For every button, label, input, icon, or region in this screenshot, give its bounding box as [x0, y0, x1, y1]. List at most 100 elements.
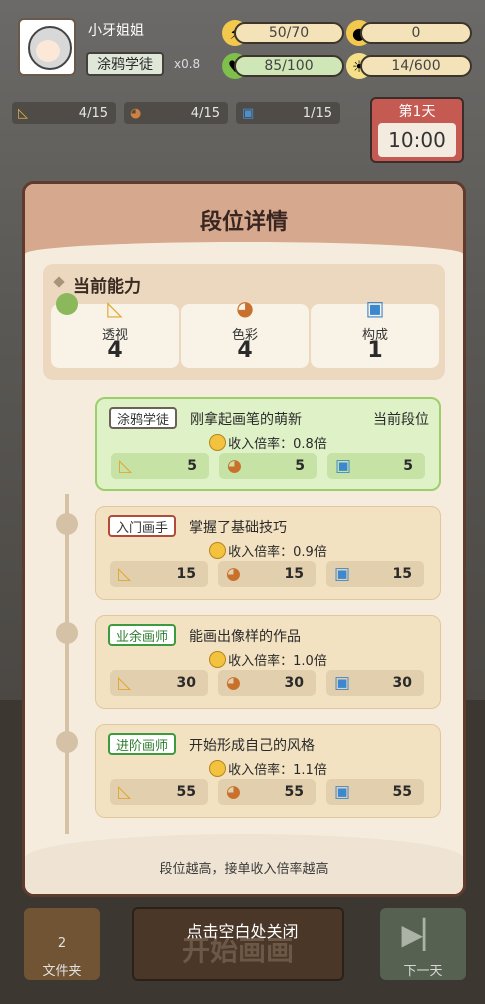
ability-color: ◕ 色彩 4: [181, 296, 309, 368]
next-day-label: 下一天: [403, 964, 443, 979]
tool-composition-count: ▣ 1/15: [236, 102, 340, 124]
camera-icon: ▣: [242, 105, 255, 121]
ideas-value: 14/600: [360, 55, 472, 77]
palette-icon: ◕: [226, 673, 241, 693]
req-value: 5: [187, 458, 197, 474]
triangle-ruler-icon: ◺: [107, 296, 123, 320]
income-text: 收入倍率：0.8倍: [228, 437, 327, 452]
req-color: ◕ 15: [218, 561, 316, 587]
req-perspective: ◺ 15: [110, 561, 208, 587]
income-rate: 收入倍率：0.8倍: [97, 433, 439, 452]
ability-value: 1: [367, 338, 383, 363]
skip-forward-icon: ▶▏: [401, 918, 445, 951]
footer-note: 段位越高，接单收入倍率越高: [159, 862, 329, 877]
coins-value: 0: [360, 22, 472, 44]
palette-icon: ◕: [236, 296, 254, 320]
modal-header: 段位详情: [25, 184, 463, 266]
player-avatar[interactable]: [18, 18, 76, 76]
current-ability-panel: 当前能力 ◺ 透视 4 ◕ 色彩 4 ▣ 构成 1: [43, 264, 445, 380]
modal-title: 段位详情: [199, 210, 288, 235]
rank-desc: 能画出像样的作品: [189, 629, 301, 645]
req-color: ◕ 30: [218, 670, 316, 696]
camera-icon: ▣: [335, 456, 352, 476]
triangle-ruler-icon: ◺: [18, 105, 28, 121]
rank-card-current: 涂鸦学徒 刚拿起画笔的萌新 当前段位 收入倍率：0.8倍 ◺ 5 ◕ 5 ▣ 5: [95, 397, 441, 491]
req-value: 55: [176, 784, 196, 800]
req-color: ◕ 55: [218, 779, 316, 805]
rank-tag: 业余画师: [108, 624, 177, 646]
income-text: 收入倍率：1.0倍: [228, 654, 327, 669]
req-value: 15: [392, 566, 412, 582]
req-composition: ▣ 30: [326, 670, 424, 696]
mood-bar: 85/100: [234, 55, 344, 77]
coin-icon: [209, 651, 227, 668]
camera-icon: ▣: [334, 564, 351, 584]
req-perspective: ◺ 5: [111, 453, 209, 479]
header-wave: [25, 242, 463, 266]
req-composition: ▣ 15: [326, 561, 424, 587]
income-text: 收入倍率：0.9倍: [228, 545, 327, 560]
income-rate: 收入倍率：1.0倍: [96, 650, 440, 669]
time-label: 10:00: [378, 123, 456, 157]
timeline-dot: [56, 731, 78, 753]
camera-icon: ▣: [334, 782, 351, 802]
req-perspective: ◺ 30: [110, 670, 208, 696]
income-rate: 收入倍率：0.9倍: [96, 541, 440, 560]
req-value: 15: [176, 566, 196, 582]
palette-icon: ◕: [226, 564, 241, 584]
player-name: 小牙姐姐: [88, 23, 144, 39]
energy-bar: 50/70: [234, 22, 344, 44]
req-value: 15: [284, 566, 304, 582]
req-perspective: ◺ 55: [110, 779, 208, 805]
day-card: 第1天 10:00: [370, 97, 464, 163]
camera-icon: ▣: [334, 673, 351, 693]
timeline-dot-current: [56, 293, 78, 315]
triangle-ruler-icon: ◺: [118, 673, 132, 693]
tool-perspective-count: ◺ 4/15: [12, 102, 116, 124]
ability-value: 4: [237, 338, 253, 363]
timeline-dot: [56, 622, 78, 644]
req-color: ◕ 5: [219, 453, 317, 479]
player-rank-badge[interactable]: 涂鸦学徒: [86, 52, 164, 76]
palette-icon: ◕: [226, 782, 241, 802]
rank-details-modal: 段位详情 当前能力 ◺ 透视 4 ◕ 色彩 4 ▣ 构成 1 涂鸦学徒 刚拿起画…: [22, 181, 466, 897]
palette-icon: ◕: [130, 105, 142, 121]
income-multiplier: x0.8: [174, 57, 201, 71]
diamond-icon: [53, 276, 65, 288]
folder-label: 文件夹: [42, 964, 82, 979]
ability-label: 当前能力: [73, 277, 141, 297]
req-composition: ▣ 5: [327, 453, 425, 479]
income-text: 收入倍率：1.1倍: [228, 763, 327, 778]
req-value: 30: [392, 675, 412, 691]
req-value: 5: [403, 458, 413, 474]
rank-desc: 开始形成自己的风格: [189, 738, 315, 754]
palette-icon: ◕: [227, 456, 242, 476]
ability-value: 4: [107, 338, 123, 363]
req-composition: ▣ 55: [326, 779, 424, 805]
triangle-ruler-icon: ◺: [119, 456, 133, 476]
rank-desc: 刚拿起画笔的萌新: [190, 412, 302, 428]
ability-composition: ▣ 构成 1: [311, 296, 439, 368]
income-rate: 收入倍率：1.1倍: [96, 759, 440, 778]
rank-tag: 涂鸦学徒: [109, 407, 178, 429]
day-label: 第1天: [398, 104, 436, 120]
req-value: 30: [176, 675, 196, 691]
triangle-ruler-icon: ◺: [118, 564, 132, 584]
color-count: 4/15: [190, 105, 220, 121]
req-value: 5: [295, 458, 305, 474]
coin-icon: [209, 542, 227, 559]
composition-count: 1/15: [302, 105, 332, 121]
tool-color-count: ◕ 4/15: [124, 102, 228, 124]
rank-card: 业余画师 能画出像样的作品 收入倍率：1.0倍 ◺ 30 ◕ 30 ▣ 30: [95, 615, 441, 709]
triangle-ruler-icon: ◺: [118, 782, 132, 802]
req-value: 55: [392, 784, 412, 800]
next-day-button[interactable]: ▶▏ 下一天: [380, 908, 466, 980]
camera-icon: ▣: [365, 296, 385, 320]
timeline-line: [65, 494, 69, 834]
rank-tag: 入门画手: [108, 515, 177, 537]
req-value: 30: [284, 675, 304, 691]
perspective-count: 4/15: [78, 105, 108, 121]
rank-desc: 掌握了基础技巧: [189, 520, 287, 536]
rank-tag: 进阶画师: [108, 733, 177, 755]
timeline-dot: [56, 513, 78, 535]
